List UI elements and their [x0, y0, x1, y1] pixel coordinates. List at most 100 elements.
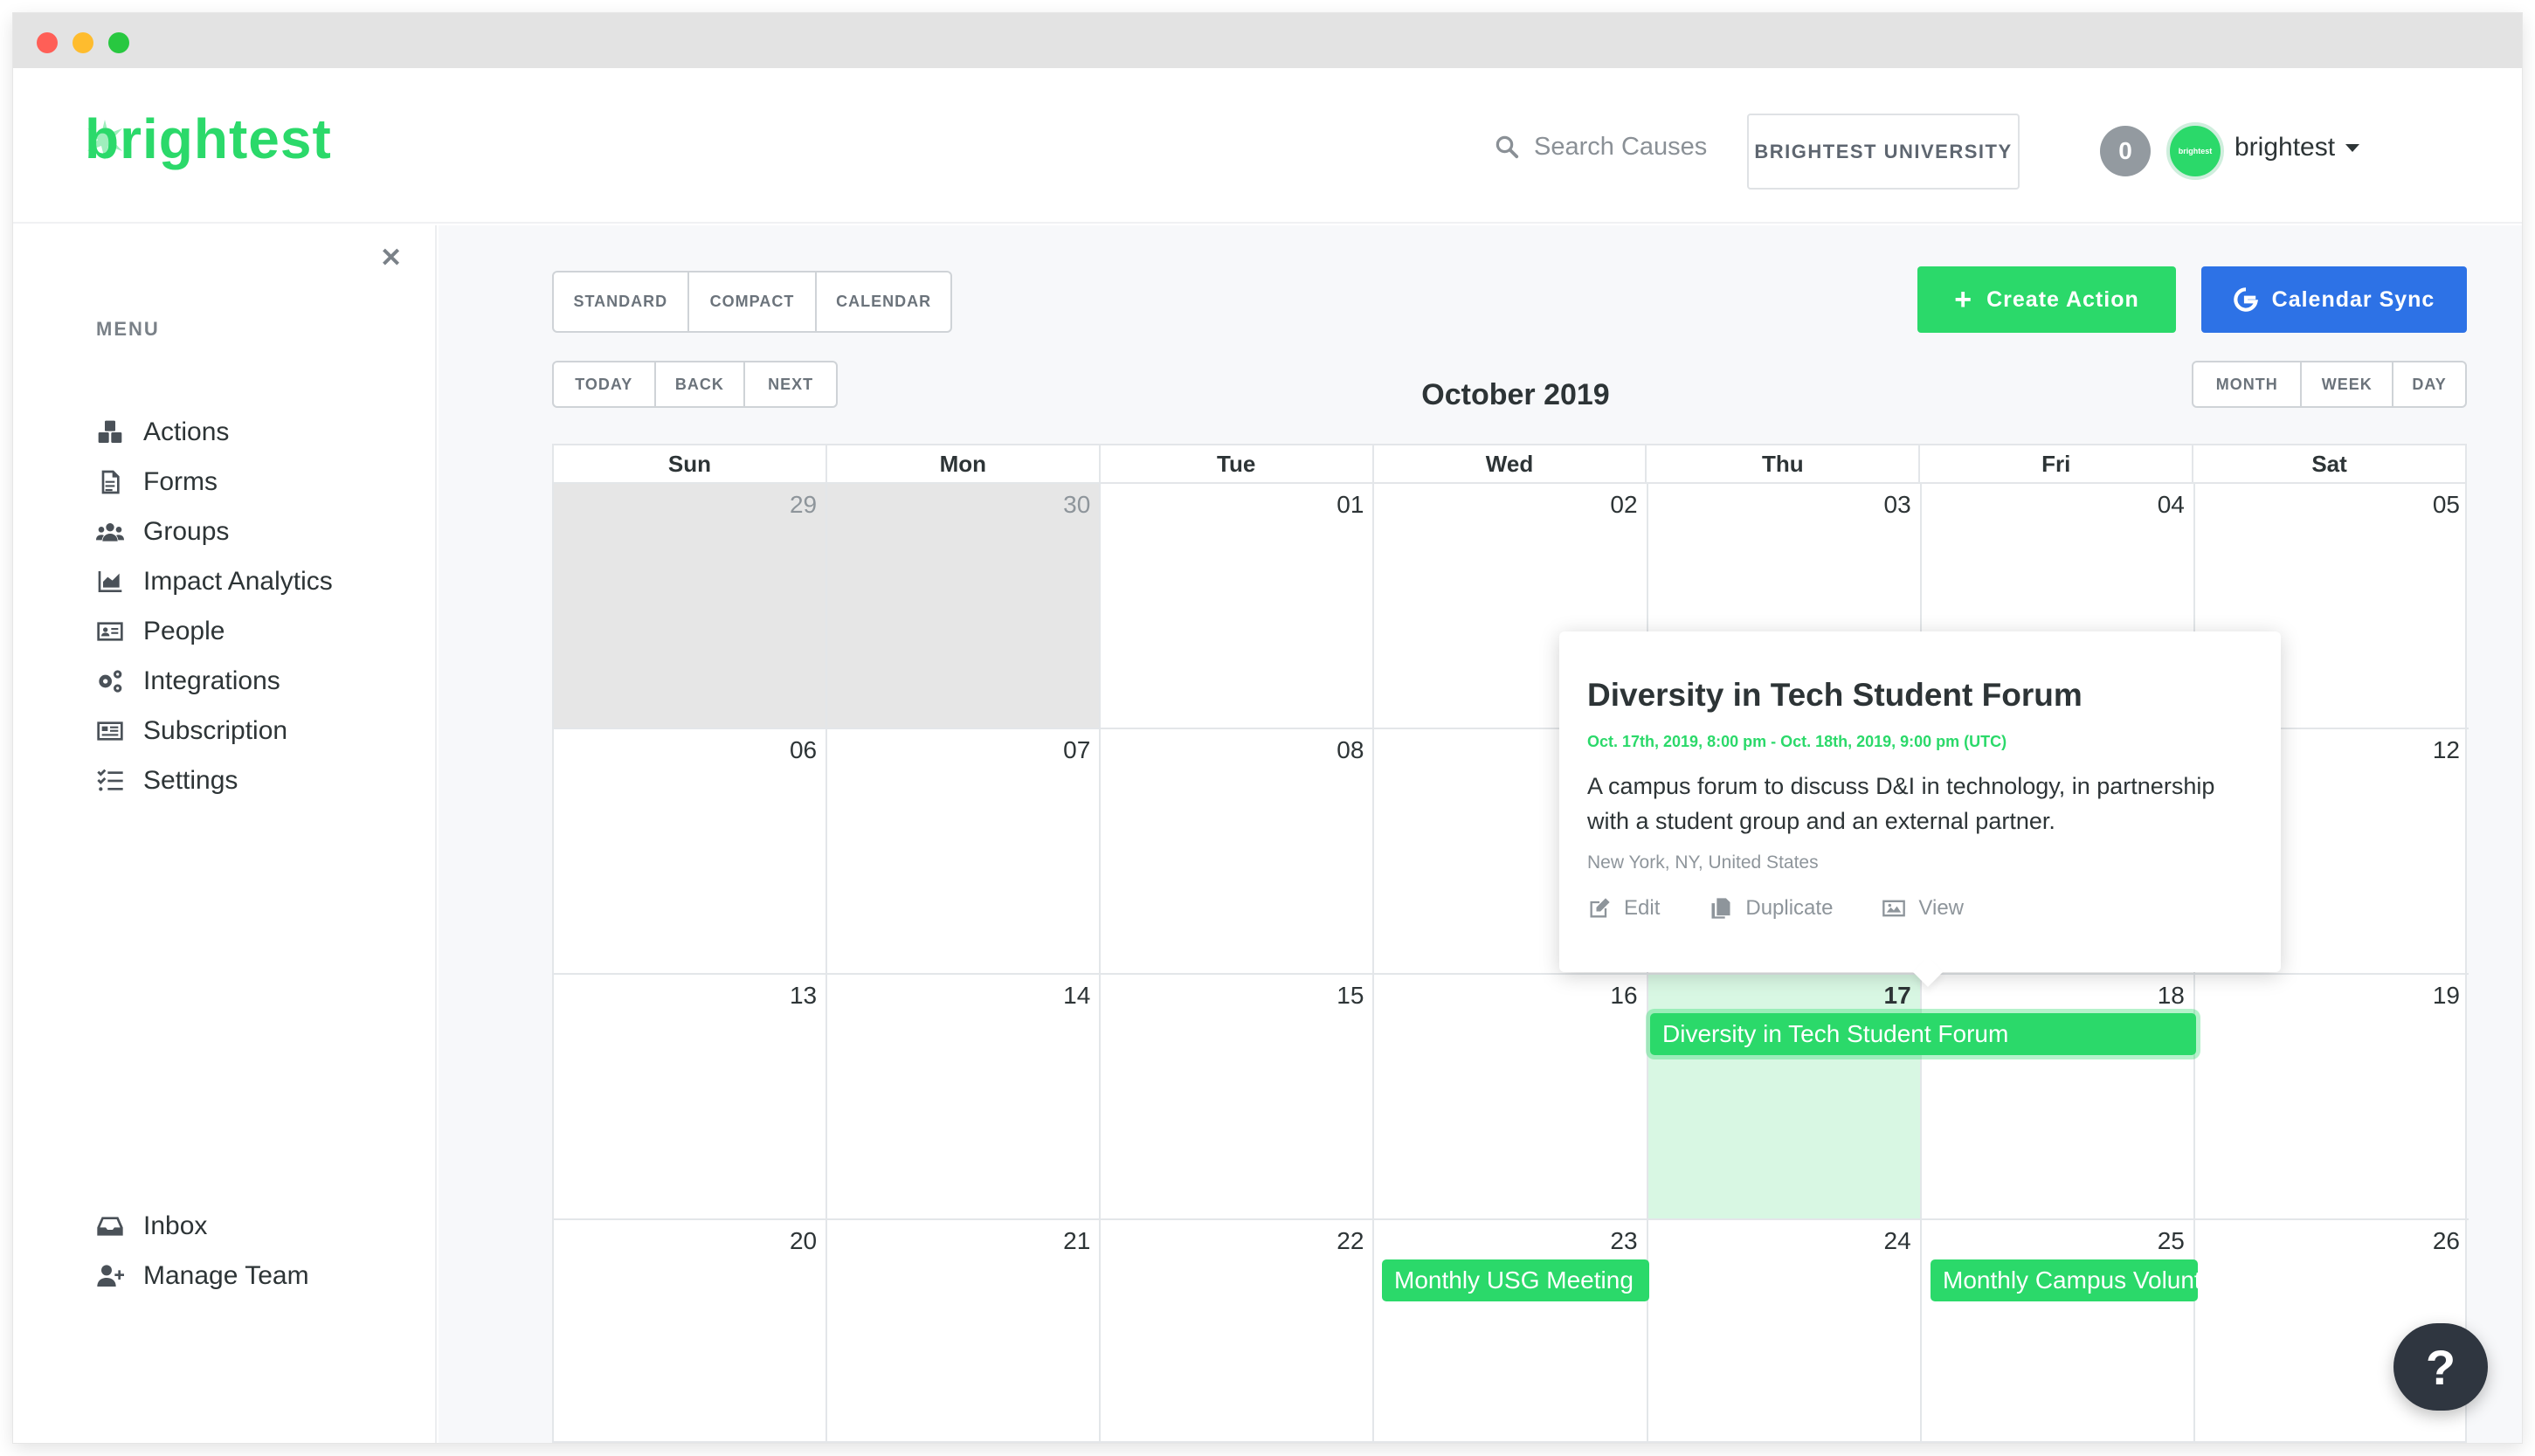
day-number: 14	[1063, 982, 1091, 1009]
day-number: 04	[2157, 491, 2185, 518]
user-plus-icon	[97, 1265, 124, 1287]
search-placeholder: Search Causes	[1534, 132, 1708, 161]
popover-date: Oct. 17th, 2019, 8:00 pm - Oct. 18th, 20…	[1587, 733, 2007, 750]
sidebar-item-people[interactable]: People	[96, 614, 224, 649]
copy-icon	[1711, 898, 1730, 919]
sidebar-item-groups[interactable]: Groups	[96, 514, 229, 549]
calendar-day-cell[interactable]: 01	[1101, 484, 1375, 729]
calendar-day-cell[interactable]: 21	[827, 1220, 1102, 1443]
view-calendar-button[interactable]: CALENDAR	[817, 273, 950, 331]
calendar-day-cell[interactable]: 25	[1922, 1220, 2195, 1443]
day-number: 03	[1883, 491, 1911, 518]
sidebar-item-label: Forms	[143, 467, 218, 496]
back-button[interactable]: BACK	[656, 362, 746, 406]
sidebar-item-label: Actions	[143, 417, 230, 446]
duplicate-button[interactable]: Duplicate	[1709, 896, 1833, 921]
calendar-day-cell[interactable]: 08	[1101, 729, 1375, 975]
view-standard-button[interactable]: STANDARD	[554, 273, 689, 331]
month-button[interactable]: MONTH	[2193, 362, 2303, 406]
day-number: 30	[1063, 491, 1091, 518]
day-number: 01	[1337, 491, 1364, 518]
calendar-day-cell[interactable]: 23	[1374, 1220, 1648, 1443]
day-number: 25	[2157, 1227, 2185, 1254]
calendar-day-cell[interactable]: 22	[1101, 1220, 1375, 1443]
google-icon	[2233, 287, 2258, 312]
calendar-day-cell[interactable]: 30	[827, 484, 1102, 729]
edit-button[interactable]: Edit	[1587, 896, 1660, 921]
calendar-nav-buttons: TODAY BACK NEXT	[552, 361, 838, 408]
avatar[interactable]: brightest	[2166, 122, 2224, 180]
day-number: 17	[1883, 982, 1911, 1009]
sidebar-item-label: Groups	[143, 517, 230, 546]
popover-location: New York, NY, United States	[1587, 852, 1819, 873]
next-button[interactable]: NEXT	[745, 362, 836, 406]
create-action-label: Create Action	[1986, 286, 2139, 312]
day-number: 22	[1337, 1227, 1364, 1254]
maximize-window-button[interactable]	[108, 32, 129, 53]
day-number: 12	[2432, 736, 2460, 763]
weekday-label: Mon	[827, 445, 1101, 482]
sidebar-item-actions[interactable]: Actions	[96, 415, 229, 450]
minimize-window-button[interactable]	[73, 32, 93, 53]
calendar-day-cell[interactable]: 16	[1374, 975, 1648, 1220]
calendar-day-cell[interactable]: 15	[1101, 975, 1375, 1220]
calendar-event[interactable]: Monthly USG Meeting	[1382, 1259, 1649, 1301]
sidebar-item-integrations[interactable]: Integrations	[96, 664, 280, 699]
sidebar-item-label: People	[143, 617, 225, 645]
day-number: 08	[1337, 736, 1364, 763]
day-number: 19	[2432, 982, 2460, 1009]
calendar-day-cell[interactable]: 29	[554, 484, 828, 729]
view-button[interactable]: View	[1882, 896, 1964, 921]
calendar-day-cell[interactable]: 24	[1648, 1220, 1922, 1443]
sidebar-item-manage-team[interactable]: Manage Team	[96, 1259, 309, 1294]
day-number: 06	[789, 736, 818, 763]
organization-button[interactable]: BRIGHTEST UNIVERSITY	[1747, 114, 2020, 190]
search-causes[interactable]: Search Causes	[1494, 129, 1707, 164]
calendar-day-cell[interactable]: 06	[554, 729, 828, 975]
calendar-event[interactable]: Monthly Campus Volunteer Day	[1931, 1259, 2198, 1301]
user-menu[interactable]: brightest	[2235, 133, 2360, 162]
popover-actions: Edit Duplicate View	[1587, 896, 2253, 921]
sidebar-item-label: Impact Analytics	[143, 567, 333, 596]
close-window-button[interactable]	[37, 32, 58, 53]
create-action-button[interactable]: + Create Action	[1917, 266, 2176, 333]
search-icon	[1495, 135, 1519, 159]
popover-title: Diversity in Tech Student Forum	[1587, 677, 2083, 713]
day-button[interactable]: DAY	[2393, 362, 2465, 406]
weekday-header: Sun Mon Tue Wed Thu Fri Sat	[554, 445, 2465, 484]
calendar-day-cell[interactable]: 13	[554, 975, 828, 1220]
day-number: 21	[1063, 1227, 1091, 1254]
sidebar-item-settings[interactable]: Settings	[96, 763, 238, 798]
edit-label: Edit	[1624, 896, 1661, 920]
plus-icon: +	[1954, 283, 1973, 316]
calendar-day-cell[interactable]: 17	[1647, 975, 1922, 1220]
day-number: 23	[1610, 1227, 1638, 1254]
help-button[interactable]: ?	[2393, 1323, 2488, 1411]
sidebar-item-inbox[interactable]: Inbox	[96, 1209, 207, 1244]
close-icon[interactable]: ✕	[380, 243, 402, 273]
brand-logo[interactable]: brightest	[85, 107, 332, 171]
sidebar-item-forms[interactable]: Forms	[96, 465, 218, 500]
sidebar-item-label: Manage Team	[143, 1261, 309, 1290]
sidebar-item-subscription[interactable]: Subscription	[96, 714, 287, 749]
calendar-day-cell[interactable]: 14	[827, 975, 1102, 1220]
calendar-day-cell[interactable]: 19	[2194, 975, 2469, 1220]
sidebar-item-impact-analytics[interactable]: Impact Analytics	[96, 564, 333, 599]
notification-badge[interactable]: 0	[2100, 126, 2151, 176]
sidebar-item-label: Integrations	[143, 666, 280, 695]
today-button[interactable]: TODAY	[554, 362, 656, 406]
calendar-day-cell[interactable]: 20	[554, 1220, 828, 1443]
week-button[interactable]: WEEK	[2302, 362, 2394, 406]
calendar-event[interactable]: Diversity in Tech Student Forum	[1650, 1013, 2196, 1055]
calendar-day-cell[interactable]: 07	[827, 729, 1102, 975]
inbox-icon	[97, 1217, 123, 1236]
view-compact-button[interactable]: COMPACT	[689, 273, 818, 331]
calendar-day-cell[interactable]: 18	[1921, 975, 2195, 1220]
sidebar-item-label: Subscription	[143, 716, 288, 745]
top-header: brightest Search Causes BRIGHTEST UNIVER…	[13, 68, 2522, 224]
edit-icon	[1590, 898, 1610, 918]
weekday-label: Fri	[1920, 445, 2194, 482]
calendar-sync-button[interactable]: Calendar Sync	[2201, 266, 2467, 333]
weekday-label: Sun	[554, 445, 827, 482]
sidebar-item-label: Inbox	[143, 1211, 208, 1240]
